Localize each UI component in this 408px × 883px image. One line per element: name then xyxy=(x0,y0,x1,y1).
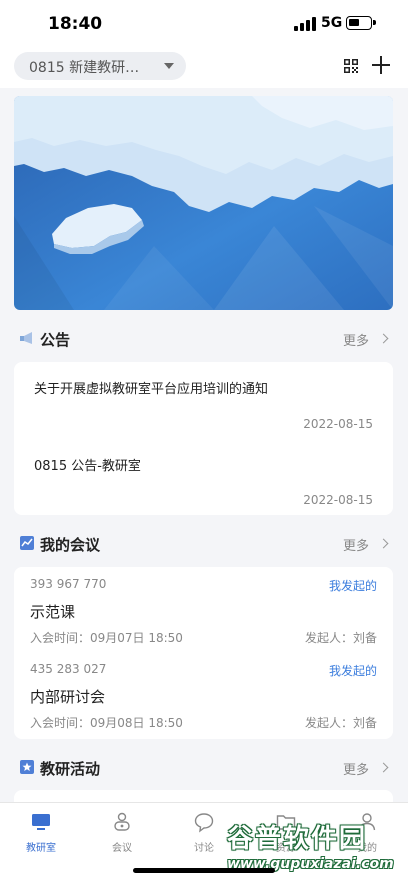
meeting-icon xyxy=(114,812,130,831)
meeting-time: 入会时间：09月08日 18:50 xyxy=(30,716,183,730)
watermark-text: 谷普软件园 xyxy=(227,824,368,854)
announcements-header: 公告 更多 xyxy=(14,327,393,351)
meetings-more-link[interactable]: 更多 xyxy=(343,535,369,554)
megaphone-icon xyxy=(20,332,32,344)
meeting-id: 435 283 027 xyxy=(30,662,107,676)
network-type: 5G xyxy=(321,15,343,31)
qr-code-icon[interactable] xyxy=(344,59,358,73)
tab-label: 教研室 xyxy=(26,843,56,854)
activities-header: 教研活动 更多 xyxy=(14,756,393,780)
announcement-title: 0815 公告-教研室 xyxy=(34,459,141,474)
chat-bubble-icon xyxy=(194,813,214,833)
battery-icon xyxy=(346,16,376,30)
room-name: 0815 新建教研… xyxy=(29,60,140,76)
status-bar: 18:40 5G xyxy=(0,0,408,48)
chevron-right-icon[interactable] xyxy=(378,333,389,344)
chevron-right-icon[interactable] xyxy=(378,762,389,773)
chart-icon xyxy=(20,536,34,550)
status-time: 18:40 xyxy=(48,14,103,34)
banner-image[interactable] xyxy=(14,96,393,310)
meeting-time: 入会时间：09月07日 18:50 xyxy=(30,631,183,645)
announcements-more-link[interactable]: 更多 xyxy=(343,330,369,349)
meetings-title: 我的会议 xyxy=(40,536,101,554)
meeting-host: 发起人：刘备 xyxy=(304,716,377,730)
star-bookmark-icon xyxy=(20,760,34,774)
tab-meeting[interactable]: 会议 xyxy=(92,811,152,857)
chevron-right-icon[interactable] xyxy=(378,538,389,549)
meeting-title: 示范课 xyxy=(30,603,76,621)
meeting-title: 内部研讨会 xyxy=(30,688,106,706)
activities-title: 教研活动 xyxy=(40,760,101,778)
add-icon[interactable] xyxy=(372,56,390,74)
announcement-date: 2022-08-15 xyxy=(303,417,373,431)
home-indicator xyxy=(133,868,275,873)
meeting-host: 发起人：刘备 xyxy=(304,631,377,645)
meetings-header: 我的会议 更多 xyxy=(14,532,393,556)
announcements-title: 公告 xyxy=(40,331,71,349)
meeting-id: 393 967 770 xyxy=(30,577,107,591)
meetings-card: 393 967 770 我发起的 示范课 入会时间：09月07日 18:50 发… xyxy=(14,567,393,739)
dropdown-arrow-icon xyxy=(164,63,174,69)
meeting-tag: 我发起的 xyxy=(328,579,377,593)
signal-icon xyxy=(294,17,316,31)
announcement-title: 关于开展虚拟教研室平台应用培训的通知 xyxy=(34,382,269,397)
monitor-icon xyxy=(32,814,50,830)
meeting-tag: 我发起的 xyxy=(328,664,377,678)
tab-label: 会议 xyxy=(112,843,132,854)
top-bar: 0815 新建教研… xyxy=(0,48,408,88)
announcement-date: 2022-08-15 xyxy=(303,493,373,507)
room-selector[interactable]: 0815 新建教研… xyxy=(14,52,186,80)
announcements-card: 关于开展虚拟教研室平台应用培训的通知 2022-08-15 0815 公告-教研… xyxy=(14,362,393,515)
activities-more-link[interactable]: 更多 xyxy=(343,759,369,778)
tab-classroom[interactable]: 教研室 xyxy=(11,811,71,857)
